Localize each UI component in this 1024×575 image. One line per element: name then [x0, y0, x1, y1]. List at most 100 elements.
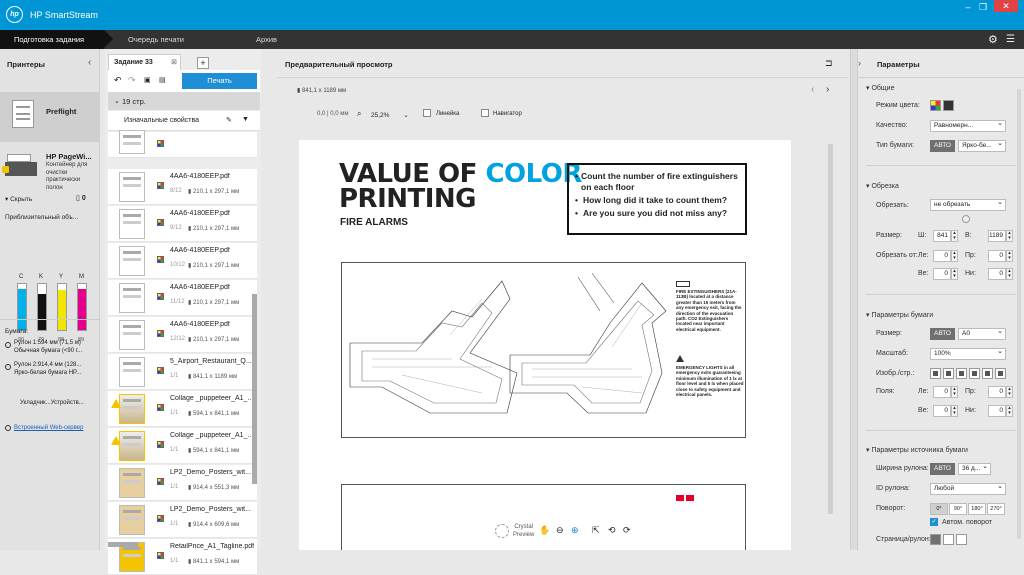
- pages-header[interactable]: ⌄ 19 стр.: [108, 92, 260, 110]
- redo-icon[interactable]: ↷: [128, 75, 136, 86]
- margin-top-spinner[interactable]: ▴ ▾: [951, 405, 958, 417]
- tab-print-queue[interactable]: Очередь печати: [128, 30, 184, 49]
- layout-option-5-icon[interactable]: [982, 368, 993, 379]
- margin-bottom-spinner[interactable]: ▴ ▾: [1006, 405, 1013, 417]
- expand-panel-icon[interactable]: ⊐: [825, 58, 833, 69]
- job-list-item[interactable]: Collage _puppeteer_A1_... 1/1 ▮ 594,1 x 84…: [108, 428, 257, 464]
- job-tab[interactable]: Задание 33 ⊠: [108, 54, 181, 70]
- layout-option-2-icon[interactable]: [943, 368, 954, 379]
- auto-rotate-checkbox[interactable]: ✓: [930, 518, 938, 526]
- hand-icon[interactable]: ✋: [539, 525, 550, 536]
- crop-right-spinner[interactable]: ▴ ▾: [1006, 250, 1013, 262]
- crop-select[interactable]: не обрезать: [930, 199, 1006, 211]
- tab-job-prep[interactable]: Подготовка задания: [0, 30, 113, 49]
- scale-select[interactable]: 100%: [930, 348, 1006, 360]
- tab-archive[interactable]: Архив: [256, 30, 277, 49]
- preview-page[interactable]: VALUE OF COLOR PRINTING FIRE ALARMS • Cou…: [299, 140, 791, 550]
- paper-params-section[interactable]: ▾ Параметры бумаги: [866, 311, 933, 319]
- layout-option-3-icon[interactable]: [956, 368, 967, 379]
- crystal-preview-icon[interactable]: [495, 524, 509, 538]
- crop-right-input[interactable]: 0: [988, 250, 1006, 262]
- width-spinner[interactable]: ▴ ▾: [951, 230, 958, 242]
- zoom-in-icon[interactable]: ⊕: [571, 525, 579, 536]
- margin-bottom-input[interactable]: 0: [988, 405, 1006, 417]
- undo-icon[interactable]: ↶: [114, 75, 122, 86]
- preflight-tile[interactable]: Preflight: [0, 92, 100, 142]
- margin-left-input[interactable]: 0: [933, 386, 951, 398]
- ruler-checkbox[interactable]: [423, 109, 431, 117]
- width-input[interactable]: 841: [933, 230, 951, 242]
- job-list-item[interactable]: 4AA6-4180EEP.pdf 8/12 ▮ 210,1 x 297,1 мм: [108, 169, 257, 205]
- margin-right-spinner[interactable]: ▴ ▾: [1006, 386, 1013, 398]
- navigator-checkbox[interactable]: [481, 109, 489, 117]
- height-spinner[interactable]: ▴ ▾: [1006, 230, 1013, 242]
- crop-section[interactable]: ▾ Обрезка: [866, 182, 899, 190]
- params-scrollbar[interactable]: [1017, 89, 1021, 539]
- crop-left-spinner[interactable]: ▴ ▾: [951, 250, 958, 262]
- layout-option-4-icon[interactable]: [969, 368, 980, 379]
- orig-props-bar[interactable]: Изначальные свойства ✎ ▼: [108, 111, 260, 131]
- minimize-icon[interactable]: –: [962, 2, 974, 12]
- layout-option-6-icon[interactable]: [995, 368, 1006, 379]
- page-roll-multi-icon[interactable]: [943, 534, 954, 545]
- margin-left-spinner[interactable]: ▴ ▾: [951, 386, 958, 398]
- paper-type-auto[interactable]: АВТО: [930, 140, 955, 152]
- menu-icon[interactable]: ☰: [1006, 34, 1015, 45]
- preview-scrollbar[interactable]: [828, 144, 833, 514]
- roll-id-select[interactable]: Любой: [930, 483, 1006, 495]
- margin-right-input[interactable]: 0: [988, 386, 1006, 398]
- job-list-item[interactable]: 4AA6-4180EEP.pdf 10/12 ▮ 210,1 x 297,1 мм: [108, 243, 257, 279]
- expand-icon[interactable]: ›: [858, 58, 861, 68]
- job-list-item[interactable]: Collage _puppeteer_A1_... 1/1 ▮ 594,1 x 84…: [108, 391, 257, 427]
- fit-icon[interactable]: ⇱: [592, 525, 600, 536]
- height-input[interactable]: 1189: [988, 230, 1006, 242]
- link-icon[interactable]: [962, 215, 970, 223]
- hide-toggle[interactable]: ▾ Скрыть: [5, 195, 32, 203]
- crop-top-input[interactable]: 0: [933, 268, 951, 280]
- layout-option-1-icon[interactable]: [930, 368, 941, 379]
- job-list-item[interactable]: LP2_Demo_Posters_wit... 1/1 ▮ 914,4 x 551,…: [108, 465, 257, 501]
- paper-size-auto[interactable]: АВТО: [930, 328, 955, 340]
- job-list-item[interactable]: [108, 130, 257, 158]
- job-list-item[interactable]: 4AA6-4180EEP.pdf 12/12 ▮ 210,1 x 297,1 мм: [108, 317, 257, 353]
- stacker-link[interactable]: Укладчик...Устройств...: [20, 400, 84, 406]
- color-mode-color-icon[interactable]: [930, 100, 941, 111]
- roll-1[interactable]: Рулон 1:594 мм (71,5 м) Обычная бумага (<…: [5, 340, 82, 355]
- job-scrollbar-thumb[interactable]: [252, 294, 257, 484]
- color-mode-gray-icon[interactable]: [943, 100, 954, 111]
- paper-size-select[interactable]: A0: [958, 328, 1006, 340]
- print-button[interactable]: Печать: [182, 73, 257, 89]
- collapse-icon[interactable]: ‹: [88, 57, 91, 68]
- crop-bottom-spinner[interactable]: ▴ ▾: [1006, 268, 1013, 280]
- job-list-item[interactable]: 4AA6-4180EEP.pdf 9/12 ▮ 210,1 x 297,1 мм: [108, 206, 257, 242]
- gear-icon[interactable]: ⚙: [988, 33, 998, 46]
- quality-select[interactable]: Равномерн...: [930, 120, 1006, 132]
- prev-page-icon[interactable]: ‹: [811, 84, 814, 95]
- add-job-button[interactable]: +: [197, 57, 209, 69]
- zoom-select[interactable]: 25,2% ⌄: [371, 111, 409, 119]
- general-section[interactable]: ▾ Общие: [866, 84, 895, 92]
- roll-2[interactable]: Рулон 2:914,4 мм (128... Ярко-белая бумаг…: [5, 362, 81, 377]
- margin-top-input[interactable]: 0: [933, 405, 951, 417]
- job-hscroll[interactable]: [108, 542, 138, 547]
- add-file-icon[interactable]: ▣: [144, 76, 151, 84]
- rotate-180-button[interactable]: 180°: [968, 503, 986, 515]
- job-list-item[interactable]: 5_Airport_Restaurant_Q... 1/1 ▮ 841,1 x 11…: [108, 354, 257, 390]
- job-list-item[interactable]: 4AA6-4180EEP.pdf 11/12 ▮ 210,1 x 297,1 мм: [108, 280, 257, 316]
- crop-bottom-input[interactable]: 0: [988, 268, 1006, 280]
- source-section[interactable]: ▾ Параметры источника бумаги: [866, 446, 968, 454]
- rotate-270-button[interactable]: 270°: [987, 503, 1005, 515]
- next-page-icon[interactable]: ›: [826, 84, 829, 95]
- close-icon[interactable]: ✕: [994, 0, 1018, 12]
- page-roll-nest-icon[interactable]: [956, 534, 967, 545]
- restore-icon[interactable]: ❐: [977, 2, 989, 12]
- zoom-out-icon[interactable]: ⊖: [556, 525, 564, 536]
- rotate-0-button[interactable]: 0°: [930, 503, 948, 515]
- page-roll-single-icon[interactable]: [930, 534, 941, 545]
- roll-width-select[interactable]: 36 д...: [958, 463, 991, 475]
- rotate-90-button[interactable]: 90°: [949, 503, 967, 515]
- job-list-item[interactable]: LP2_Demo_Posters_wit... 1/1 ▮ 914,4 x 609,…: [108, 502, 257, 538]
- rotate-right-icon[interactable]: ⟳: [623, 525, 631, 536]
- web-server-link[interactable]: Встроенный Web-сервер: [5, 425, 83, 431]
- save-icon[interactable]: ▤: [159, 76, 166, 84]
